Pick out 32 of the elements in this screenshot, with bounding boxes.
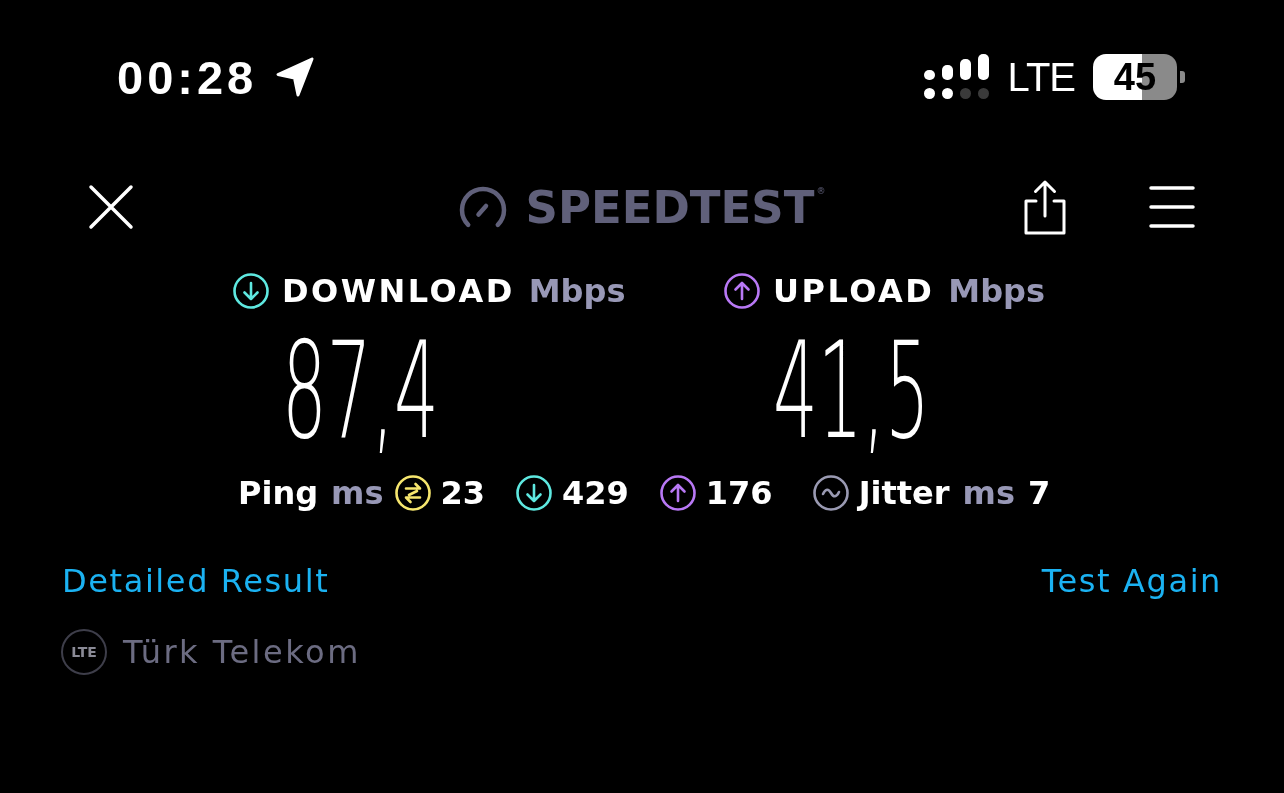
network-type: LTE bbox=[1007, 57, 1075, 97]
result-label: UPLOAD bbox=[773, 275, 935, 307]
unit-label: Mbps bbox=[528, 275, 626, 307]
jitter-label: Jitter bbox=[858, 477, 950, 509]
menu-button[interactable] bbox=[1149, 185, 1195, 229]
result-value: 41,5 bbox=[773, 313, 930, 470]
metric-value: 7 bbox=[1027, 477, 1051, 509]
location-arrow-icon bbox=[275, 56, 316, 98]
result-value: 87,4 bbox=[282, 313, 439, 470]
provider-name: Türk Telekom bbox=[123, 636, 361, 668]
close-icon bbox=[88, 184, 134, 230]
unit-label: ms bbox=[962, 477, 1015, 509]
metric-value: 23 bbox=[440, 477, 486, 509]
result-label: DOWNLOAD bbox=[282, 275, 515, 307]
ping-label: Ping bbox=[238, 477, 319, 509]
unit-label: ms bbox=[331, 477, 384, 509]
menu-icon bbox=[1149, 185, 1195, 229]
unit-label: Mbps bbox=[948, 275, 1046, 307]
gauge-icon bbox=[457, 186, 508, 228]
logo-text: SPEEDTEST$^{®}$ bbox=[525, 184, 826, 230]
test-again-link[interactable]: Test Again bbox=[1041, 565, 1222, 597]
share-icon bbox=[1023, 179, 1067, 235]
wave-icon bbox=[812, 475, 849, 511]
battery-indicator: 45 bbox=[1093, 54, 1185, 100]
close-button[interactable] bbox=[88, 184, 134, 230]
metric-value: 429 bbox=[562, 477, 629, 509]
share-button[interactable] bbox=[1023, 179, 1067, 235]
network-type-indicator: LTE bbox=[61, 629, 107, 675]
detailed-result-link[interactable]: Detailed Result bbox=[62, 565, 330, 597]
metric-value: 176 bbox=[705, 477, 773, 509]
signal-icon bbox=[923, 54, 990, 100]
status-time: 00:28 bbox=[117, 53, 258, 101]
